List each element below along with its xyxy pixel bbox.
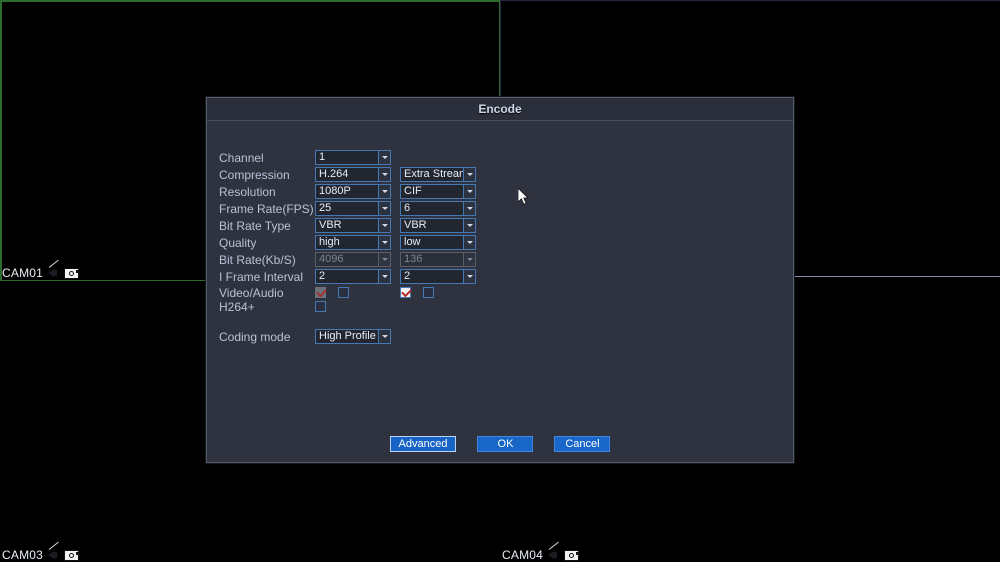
resolution-sub-value: CIF [404,185,422,197]
sub-audio-checkbox[interactable] [423,287,434,298]
record-camera-icon [64,267,80,279]
label-frame-rate: Frame Rate(FPS) [219,201,314,216]
row-resolution: Resolution 1080P CIF [219,183,476,200]
i-frame-interval-main-select[interactable]: 2 [315,269,391,284]
chevron-down-icon[interactable] [378,185,390,198]
frame-rate-sub-select[interactable]: 6 [400,201,476,216]
label-quality: Quality [219,235,257,250]
bit-rate-type-sub-value: VBR [404,219,427,231]
camera-name-text: CAM01 [2,266,44,280]
resolution-main-value: 1080P [319,185,351,197]
chevron-down-icon[interactable] [463,219,475,232]
camera-name-text: CAM03 [2,548,44,562]
row-i-frame-interval: I Frame Interval 2 2 [219,268,476,285]
row-h264plus: H264+ [219,298,326,315]
ok-button[interactable]: OK [477,436,534,452]
chevron-down-icon[interactable] [463,185,475,198]
chevron-down-icon[interactable] [463,168,475,181]
sub-video-checkbox[interactable] [400,287,411,298]
coding-mode-select[interactable]: High Profile [315,329,391,344]
bit-rate-type-main-value: VBR [319,219,342,231]
row-coding-mode: Coding mode High Profile [219,328,391,345]
speaker-mute-icon [48,541,61,561]
chevron-down-icon [378,253,390,266]
chevron-down-icon[interactable] [463,270,475,283]
camera-name-text: CAM04 [502,548,544,562]
main-audio-checkbox[interactable] [338,287,349,298]
frame-rate-main-select[interactable]: 25 [315,201,391,216]
label-bit-rate-type: Bit Rate Type [219,218,291,233]
i-frame-interval-sub-value: 2 [404,270,411,282]
row-compression: Compression H.264 Extra Stream [219,166,476,183]
dialog-titlebar: Encode [207,98,793,121]
label-coding-mode: Coding mode [219,329,291,344]
chevron-down-icon[interactable] [378,270,390,283]
h264plus-checkbox[interactable] [315,301,326,312]
label-bit-rate: Bit Rate(Kb/S) [219,252,296,267]
camera-label-cam04: CAM04 [502,541,580,562]
speaker-mute-icon [48,259,61,279]
bit-rate-sub-select: 136 [400,252,476,267]
row-quality: Quality high low [219,234,476,251]
bit-rate-main-select: 4096 [315,252,391,267]
cancel-button[interactable]: Cancel [554,436,611,452]
channel-select-value: 1 [319,151,326,163]
row-channel: Channel 1 [219,149,391,166]
chevron-down-icon [463,253,475,266]
quality-sub-value: low [404,236,421,248]
frame-rate-main-value: 25 [319,202,332,214]
chevron-down-icon[interactable] [378,330,390,343]
quality-main-select[interactable]: high [315,235,391,250]
bit-rate-type-main-select[interactable]: VBR [315,218,391,233]
record-camera-icon [64,549,80,561]
quality-main-value: high [319,236,340,248]
dialog-title: Encode [478,102,522,116]
chevron-down-icon[interactable] [463,202,475,215]
encode-dialog: Encode Channel 1 Compression H.264 Extra… [206,97,794,463]
bit-rate-sub-value: 136 [404,253,423,265]
row-bit-rate: Bit Rate(Kb/S) 4096 136 [219,251,476,268]
label-h264plus: H264+ [219,299,255,314]
label-channel: Channel [219,150,264,165]
quality-sub-select[interactable]: low [400,235,476,250]
frame-rate-sub-value: 6 [404,202,411,214]
chevron-down-icon[interactable] [378,202,390,215]
chevron-down-icon[interactable] [378,236,390,249]
chevron-down-icon[interactable] [378,219,390,232]
compression-main-select[interactable]: H.264 [315,167,391,182]
compression-main-value: H.264 [319,168,349,180]
advanced-button[interactable]: Advanced [389,436,457,452]
chevron-down-icon[interactable] [378,168,390,181]
label-i-frame-interval: I Frame Interval [219,269,304,284]
compression-sub-value: Extra Stream [404,168,463,180]
bit-rate-main-value: 4096 [319,253,344,265]
i-frame-interval-sub-select[interactable]: 2 [400,269,476,284]
record-camera-icon [564,549,580,561]
resolution-main-select[interactable]: 1080P [315,184,391,199]
dialog-button-bar: Advanced OK Cancel [207,436,793,452]
camera-label-cam03: CAM03 [2,541,80,562]
chevron-down-icon[interactable] [463,236,475,249]
coding-mode-value: High Profile [319,330,376,342]
main-video-checkbox [315,287,326,298]
label-resolution: Resolution [219,184,276,199]
resolution-sub-select[interactable]: CIF [400,184,476,199]
compression-sub-select[interactable]: Extra Stream [400,167,476,182]
channel-select[interactable]: 1 [315,150,391,165]
speaker-mute-icon [548,541,561,561]
dialog-body: Channel 1 Compression H.264 Extra Stream [207,121,793,464]
bit-rate-type-sub-select[interactable]: VBR [400,218,476,233]
row-bit-rate-type: Bit Rate Type VBR VBR [219,217,476,234]
chevron-down-icon[interactable] [378,151,390,164]
label-compression: Compression [219,167,290,182]
row-frame-rate: Frame Rate(FPS) 25 6 [219,200,476,217]
camera-label-cam01: CAM01 [2,259,80,280]
i-frame-interval-main-value: 2 [319,270,326,282]
